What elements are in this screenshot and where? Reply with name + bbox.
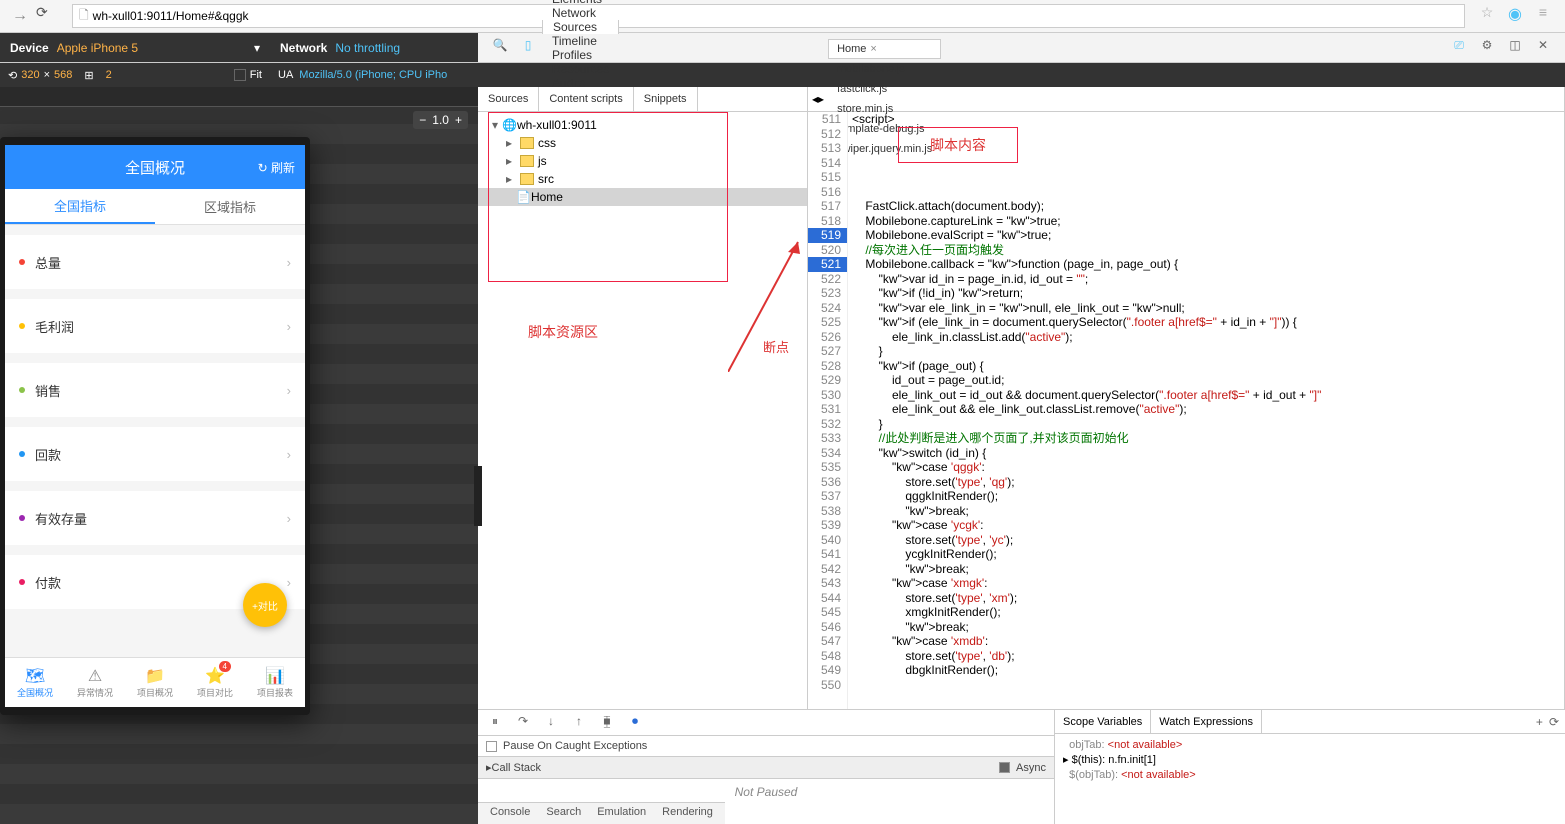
list-item[interactable]: 毛利润› — [5, 299, 305, 353]
search-icon[interactable]: 🔍 — [490, 38, 510, 58]
next-icon[interactable]: ▸ — [818, 92, 824, 106]
nav-item[interactable]: 🗺全国概况 — [5, 658, 65, 707]
zoom-control[interactable]: − 1.0 + — [413, 111, 468, 129]
close-icon[interactable]: × — [870, 43, 876, 55]
src-tab-sources[interactable]: Sources — [478, 87, 539, 111]
list-item[interactable]: 销售› — [5, 363, 305, 417]
code-lines[interactable]: <script> FastClick.attach(document.body)… — [848, 112, 1564, 804]
app-tabs: 全国指标 区域指标 — [5, 189, 305, 225]
device-mode-icon[interactable]: ▯ — [518, 38, 538, 58]
async-checkbox[interactable] — [999, 762, 1010, 773]
chevron-down-icon: ▾ — [254, 41, 260, 55]
close-icon[interactable]: ✕ — [1533, 38, 1553, 58]
drawer-rendering[interactable]: Rendering — [654, 803, 721, 824]
bookmark-star-icon[interactable]: ☆ — [1475, 4, 1499, 28]
deactivate-bp-icon[interactable]: ⧯ — [598, 714, 616, 732]
rotate-icon[interactable]: ⟲ — [8, 69, 17, 82]
watch-expression[interactable]: ▸ $(this): n.fn.init[1] — [1063, 753, 1557, 768]
app-list: 总量›毛利润›销售›回款›有效存量›付款› — [5, 235, 305, 609]
app-bottom-nav: 🗺全国概况⚠异常情况📁项目概况⭐项目对比4📊项目报表 — [5, 657, 305, 707]
annotation-label: 脚本资源区 — [528, 322, 598, 342]
refresh-watch-icon[interactable]: ⟳ — [1549, 715, 1559, 729]
debug-toolbar: ⏸ ↷ ↓ ↑ ⧯ ⏺ — [478, 710, 1054, 736]
pause-exceptions-icon[interactable]: ⏺ — [626, 714, 644, 732]
hamburger-menu-icon[interactable]: ≡ — [1531, 4, 1555, 28]
refresh-button[interactable]: ↻ 刷新 — [258, 159, 295, 176]
devtools-tab-resources[interactable]: Resources — [542, 62, 619, 76]
sources-subtabs: Sources Content scripts Snippets — [478, 87, 807, 112]
pause-icon[interactable]: ⏸ — [486, 714, 504, 732]
nav-item[interactable]: 📊项目报表 — [245, 658, 305, 707]
nav-item[interactable]: 📁项目概况 — [125, 658, 185, 707]
file-tab[interactable]: mobilebone.js — [828, 59, 941, 79]
file-tabs: ◂▸ Home×mobilebone.jsfastclick.jsstore.m… — [808, 87, 1564, 112]
drawer-search[interactable]: Search — [538, 803, 589, 824]
watch-expression[interactable]: $(objTab): <not available> — [1063, 768, 1557, 783]
back-arrow-icon[interactable]: → — [8, 4, 32, 28]
annotation-breakpoint: 断点 — [763, 337, 789, 356]
reload-icon[interactable]: ⟳ — [36, 4, 60, 28]
devtools-tab-sources[interactable]: Sources — [542, 20, 619, 34]
browser-toolbar: → ⟳ 🗋 wh-xull01:9011/Home#&qggk ☆ ◉ ≡ — [0, 0, 1565, 33]
line-gutter[interactable]: 5115125135145155165175185195205215225235… — [808, 112, 848, 804]
code-body[interactable]: 5115125135145155165175185195205215225235… — [808, 112, 1564, 804]
drawer-tabs: Console Search Emulation Rendering — [478, 802, 725, 824]
devtools-tab-profiles[interactable]: Profiles — [542, 48, 619, 62]
drawer-emulation[interactable]: Emulation — [589, 803, 654, 824]
file-tab[interactable]: Home× — [828, 39, 941, 59]
zoom-in-icon[interactable]: + — [455, 113, 462, 127]
url-bar[interactable]: 🗋 wh-xull01:9011/Home#&qggk — [72, 4, 1465, 28]
ruler-horizontal — [0, 87, 478, 107]
network-throttle[interactable]: Network No throttling — [270, 33, 478, 62]
extension-icon[interactable]: ◉ — [1503, 4, 1527, 28]
src-tab-snippets[interactable]: Snippets — [634, 87, 698, 111]
device-selector[interactable]: Device Apple iPhone 5 ▾ — [0, 33, 270, 62]
pause-exceptions-row[interactable]: Pause On Caught Exceptions — [478, 736, 1054, 756]
drawer-console[interactable]: Console — [482, 803, 538, 824]
file-tab[interactable]: fastclick.js — [828, 79, 941, 99]
step-over-icon[interactable]: ↷ — [514, 714, 532, 732]
phone-screen[interactable]: 全国概况 ↻ 刷新 全国指标 区域指标 总量›毛利润›销售›回款›有效存量›付款… — [5, 145, 305, 707]
src-tab-content-scripts[interactable]: Content scripts — [539, 87, 633, 111]
fit-checkbox[interactable] — [234, 69, 246, 81]
devtools-tab-timeline[interactable]: Timeline — [542, 34, 619, 48]
app-tab-national[interactable]: 全国指标 — [5, 189, 155, 224]
app-header: 全国概况 ↻ 刷新 — [5, 145, 305, 189]
devtools-tab-network[interactable]: Network — [542, 6, 619, 20]
compare-fab[interactable]: +对比 — [243, 583, 287, 627]
dock-icon[interactable]: ◫ — [1505, 38, 1525, 58]
annotation-script-content: 脚本内容 — [898, 127, 1018, 163]
device-config-row: ⟲ 320 × 568 ⊞ 2 Fit UA Mozilla/5.0 (iPho… — [0, 63, 1565, 87]
app-tab-regional[interactable]: 区域指标 — [155, 189, 305, 224]
add-watch-icon[interactable]: + — [1536, 715, 1543, 729]
phone-frame: 全国概况 ↻ 刷新 全国指标 区域指标 总量›毛利润›销售›回款›有效存量›付款… — [0, 137, 310, 715]
step-out-icon[interactable]: ↑ — [570, 714, 588, 732]
watch-panel: Scope Variables Watch Expressions + ⟳ obj… — [1055, 710, 1565, 824]
watch-expression[interactable]: objTab: <not available> — [1063, 738, 1557, 753]
step-into-icon[interactable]: ↓ — [542, 714, 560, 732]
nav-item[interactable]: ⚠异常情况 — [65, 658, 125, 707]
nav-item[interactable]: ⭐项目对比4 — [185, 658, 245, 707]
devtools-tabs: 🔍 ▯ ElementsNetworkSourcesTimelineProfil… — [478, 33, 1565, 62]
list-item[interactable]: 有效存量› — [5, 491, 305, 545]
call-stack-header[interactable]: ▸ Call Stack Async — [478, 756, 1054, 779]
list-item[interactable]: 总量› — [5, 235, 305, 289]
annotation-box — [488, 112, 728, 282]
devtools-header: Device Apple iPhone 5 ▾ Network No throt… — [0, 33, 1565, 63]
pause-checkbox[interactable] — [486, 741, 497, 752]
url-text: wh-xull01:9011/Home#&qggk — [93, 9, 249, 23]
page-icon: 🗋 — [79, 6, 89, 27]
drawer-toggle-icon[interactable]: ⎚ — [1449, 38, 1469, 58]
watch-expressions-tab[interactable]: Watch Expressions — [1151, 710, 1262, 733]
zoom-out-icon[interactable]: − — [419, 113, 426, 127]
list-item[interactable]: 回款› — [5, 427, 305, 481]
settings-gear-icon[interactable]: ⚙ — [1477, 38, 1497, 58]
scope-variables-tab[interactable]: Scope Variables — [1055, 710, 1151, 733]
device-emulator: − 1.0 + 全国概况 ↻ 刷新 全国指标 区域指标 总量› 毛利润› 销售› 回款… — [0, 87, 478, 824]
